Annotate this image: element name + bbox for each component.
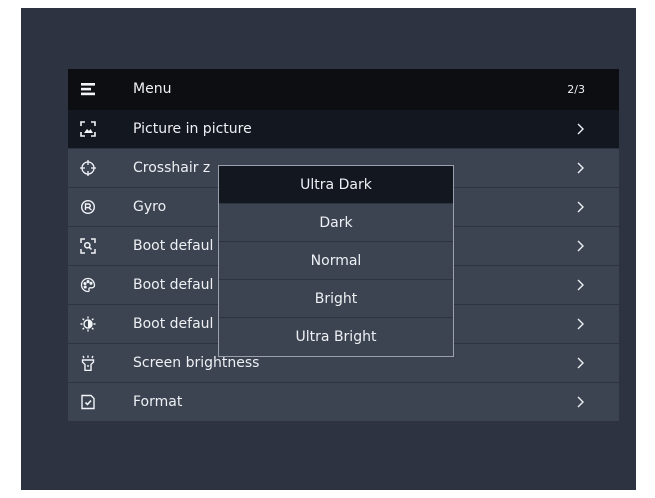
format-document-icon bbox=[80, 394, 96, 410]
contrast-sun-icon bbox=[80, 316, 96, 332]
menu-item-label: Boot defaul bbox=[133, 277, 214, 293]
menu-item-format[interactable]: Format bbox=[68, 382, 619, 421]
crosshair-icon bbox=[80, 160, 96, 176]
menu-title: Menu bbox=[133, 81, 172, 97]
chevron-right-icon bbox=[575, 279, 585, 291]
menu-item-label: Boot defaul bbox=[133, 238, 214, 254]
menu-item-label: Boot defaul bbox=[133, 316, 214, 332]
gyro-icon bbox=[80, 199, 96, 215]
zoom-focus-icon bbox=[80, 238, 96, 254]
chevron-right-icon bbox=[575, 318, 585, 330]
chevron-right-icon bbox=[575, 357, 585, 369]
chevron-right-icon bbox=[575, 123, 585, 135]
menu-item-label: Gyro bbox=[133, 199, 167, 215]
picture-in-picture-icon bbox=[80, 121, 96, 137]
option-ultra-dark[interactable]: Ultra Dark bbox=[219, 166, 453, 204]
menu-item-picture-in-picture[interactable]: Picture in picture bbox=[68, 109, 619, 148]
menu-item-label: Screen brightness bbox=[133, 355, 260, 371]
device-screen: Menu 2/3 Picture in picture Crosshair z … bbox=[21, 8, 636, 490]
option-normal[interactable]: Normal bbox=[219, 242, 453, 280]
hamburger-menu-icon[interactable] bbox=[80, 81, 96, 97]
brightness-options-popup: Ultra Dark Dark Normal Bright Ultra Brig… bbox=[218, 165, 454, 357]
menu-item-label: Format bbox=[133, 394, 183, 410]
flashlight-icon bbox=[80, 355, 96, 371]
page-indicator: 2/3 bbox=[567, 82, 585, 96]
chevron-right-icon bbox=[575, 396, 585, 408]
menu-item-label: Picture in picture bbox=[133, 121, 252, 137]
menu-header: Menu 2/3 bbox=[68, 69, 619, 109]
chevron-right-icon bbox=[575, 240, 585, 252]
option-ultra-bright[interactable]: Ultra Bright bbox=[219, 318, 453, 356]
chevron-right-icon bbox=[575, 162, 585, 174]
menu-item-label: Crosshair z bbox=[133, 160, 211, 176]
palette-icon bbox=[80, 277, 96, 293]
option-bright[interactable]: Bright bbox=[219, 280, 453, 318]
chevron-right-icon bbox=[575, 201, 585, 213]
option-dark[interactable]: Dark bbox=[219, 204, 453, 242]
